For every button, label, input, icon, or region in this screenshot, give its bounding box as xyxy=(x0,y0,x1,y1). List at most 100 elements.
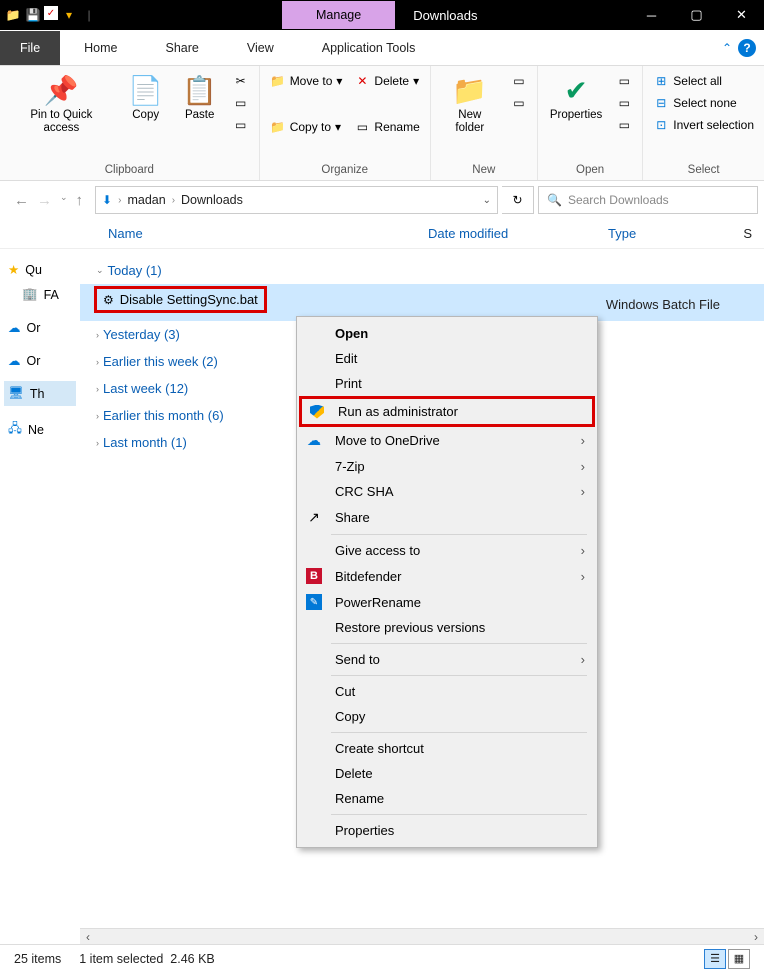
network-icon: 🖧 xyxy=(8,419,22,440)
ctx-bitdefender[interactable]: BBitdefender› xyxy=(299,563,595,589)
apptools-tab[interactable]: Application Tools xyxy=(298,31,440,65)
scroll-right[interactable]: › xyxy=(748,930,764,944)
pasteshortcut-small-button[interactable]: ▭ xyxy=(231,116,251,134)
icons-view-button[interactable]: ▦ xyxy=(728,949,750,969)
paste-icon: 📋 xyxy=(182,74,217,107)
ctx-rename[interactable]: Rename xyxy=(299,786,595,811)
chevron-right-icon: › xyxy=(96,384,99,394)
ctx-open[interactable]: Open xyxy=(299,321,595,346)
cloud-icon: ☁ xyxy=(8,353,21,368)
copyto-icon: 📁 xyxy=(270,120,286,134)
refresh-button[interactable]: ↻ xyxy=(502,186,534,214)
home-tab[interactable]: Home xyxy=(60,31,141,65)
ctx-onedrive[interactable]: ☁Move to OneDrive› xyxy=(299,427,595,454)
maximize-button[interactable]: ▢ xyxy=(674,0,719,30)
ctx-powerrename[interactable]: ✎PowerRename xyxy=(299,589,595,615)
selectnone-button[interactable]: ⊟Select none xyxy=(651,94,756,112)
sidebar-item-fa[interactable]: 🏢FA xyxy=(4,282,76,307)
manage-tab[interactable]: Manage xyxy=(282,1,395,29)
edit-small-button[interactable]: ▭ xyxy=(614,94,634,112)
share-icon: ↗ xyxy=(303,509,325,526)
cut-small-button[interactable]: ✂ xyxy=(231,72,251,90)
ctx-restore[interactable]: Restore previous versions xyxy=(299,615,595,640)
pin-quick-access-button[interactable]: 📌 Pin to Quick access xyxy=(6,70,117,139)
ctx-shortcut[interactable]: Create shortcut xyxy=(299,736,595,761)
path-dropdown[interactable]: ⌄ xyxy=(483,195,491,206)
scroll-left[interactable]: ‹ xyxy=(80,930,96,944)
chevron-down-icon: ⌄ xyxy=(96,265,104,276)
paste-button[interactable]: 📋 Paste xyxy=(175,70,225,126)
recent-dropdown[interactable]: ⌄ xyxy=(60,192,68,209)
ctx-share[interactable]: ↗Share xyxy=(299,504,595,531)
chevron-right-icon: › xyxy=(581,433,585,448)
selectnone-icon: ⊟ xyxy=(653,96,669,110)
rename-button[interactable]: ▭Rename xyxy=(352,118,421,136)
open-group-label: Open xyxy=(544,162,636,178)
copyto-button[interactable]: 📁Copy to▾ xyxy=(268,118,345,136)
file-row-selected[interactable]: ⚙ Disable SettingSync.bat xyxy=(94,286,267,313)
checkbox-icon[interactable]: ✓ xyxy=(44,6,58,20)
ctx-print[interactable]: Print xyxy=(299,371,595,396)
up-button[interactable]: ↑ xyxy=(76,192,84,209)
properties-button[interactable]: ✔ Properties xyxy=(544,70,608,126)
file-tab[interactable]: File xyxy=(0,31,60,65)
newitem-button[interactable]: ▭ xyxy=(509,72,529,90)
new-group-label: New xyxy=(437,162,531,178)
moveto-button[interactable]: 📁Move to▾ xyxy=(268,72,345,90)
copy-button[interactable]: 📄 Copy xyxy=(121,70,171,126)
forward-button[interactable]: → xyxy=(37,192,52,209)
column-size[interactable]: S xyxy=(696,220,764,247)
properties-icon: ✔ xyxy=(564,74,587,107)
back-button[interactable]: ← xyxy=(14,192,29,209)
history-small-button[interactable]: ▭ xyxy=(614,116,634,134)
divider: | xyxy=(80,6,98,24)
close-button[interactable]: ✕ xyxy=(719,0,764,30)
column-type[interactable]: Type xyxy=(596,220,696,247)
invertselection-button[interactable]: ⊡Invert selection xyxy=(651,116,756,134)
details-view-button[interactable]: ☰ xyxy=(704,949,726,969)
column-date[interactable]: Date modified xyxy=(416,220,596,247)
ctx-cut[interactable]: Cut xyxy=(299,679,595,704)
minimize-button[interactable]: ─ xyxy=(629,0,674,30)
sidebar-item-thispc[interactable]: 🖥Th xyxy=(4,381,76,406)
selectall-button[interactable]: ⊞Select all xyxy=(651,72,756,90)
building-icon: 🏢 xyxy=(22,287,38,302)
status-item-count: 25 items xyxy=(14,952,61,966)
ctx-run-admin[interactable]: Run as administrator xyxy=(299,396,595,427)
newfolder-button[interactable]: 📁 New folder xyxy=(437,70,503,139)
pc-icon: 🖥 xyxy=(8,386,24,401)
chevron-right-icon: › xyxy=(581,569,585,584)
bitdefender-icon: B xyxy=(303,568,325,584)
ctx-7zip[interactable]: 7-Zip› xyxy=(299,454,595,479)
sidebar-item-onedrive2[interactable]: ☁Or xyxy=(4,348,76,373)
search-icon: 🔍 xyxy=(547,193,562,207)
ctx-edit[interactable]: Edit xyxy=(299,346,595,371)
help-icon[interactable]: ? xyxy=(738,39,756,57)
share-tab[interactable]: Share xyxy=(142,31,223,65)
open-small-button[interactable]: ▭ xyxy=(614,72,634,90)
scrollbar-track[interactable] xyxy=(96,929,748,945)
ctx-copy[interactable]: Copy xyxy=(299,704,595,729)
group-today[interactable]: ⌄Today (1) xyxy=(94,257,756,284)
ctx-delete[interactable]: Delete xyxy=(299,761,595,786)
address-bar[interactable]: ⬇ › madan › Downloads ⌄ xyxy=(95,186,498,214)
view-tab[interactable]: View xyxy=(223,31,298,65)
ctx-sendto[interactable]: Send to› xyxy=(299,647,595,672)
delete-button[interactable]: ✕Delete▾ xyxy=(352,72,421,90)
save-icon[interactable]: 💾 xyxy=(24,6,42,24)
ctx-properties[interactable]: Properties xyxy=(299,818,595,843)
ctx-crcsha[interactable]: CRC SHA› xyxy=(299,479,595,504)
column-name[interactable]: Name xyxy=(96,220,416,247)
collapse-ribbon-icon[interactable]: ⌃ xyxy=(722,41,732,55)
shield-icon xyxy=(306,405,328,419)
ctx-giveaccess[interactable]: Give access to› xyxy=(299,538,595,563)
sidebar-item-onedrive1[interactable]: ☁Or xyxy=(4,315,76,340)
search-input[interactable]: 🔍 Search Downloads xyxy=(538,186,758,214)
folder-small-icon[interactable]: ▾ xyxy=(60,6,78,24)
sidebar-item-network[interactable]: 🖧Ne xyxy=(4,414,76,445)
easyaccess-button[interactable]: ▭ xyxy=(509,94,529,112)
pin-icon: 📌 xyxy=(44,74,79,107)
copy-icon: 📄 xyxy=(128,74,163,107)
copypath-small-button[interactable]: ▭ xyxy=(231,94,251,112)
sidebar-item-quick[interactable]: ★Qu xyxy=(4,257,76,282)
